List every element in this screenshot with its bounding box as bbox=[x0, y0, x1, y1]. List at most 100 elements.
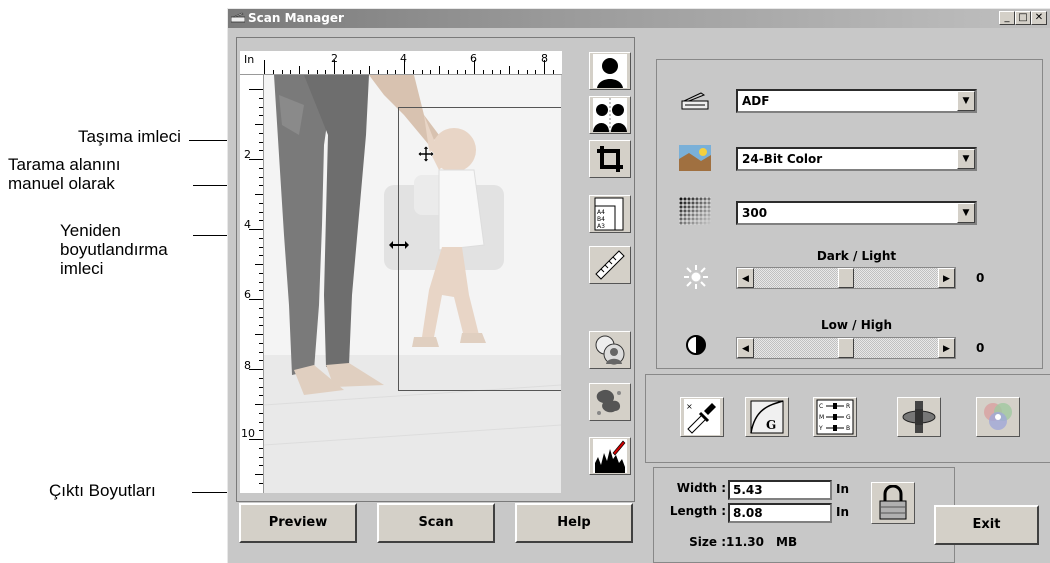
window-controls: _ □ ✕ bbox=[999, 11, 1047, 25]
brightness-slider-thumb[interactable] bbox=[838, 268, 854, 288]
histogram-button[interactable] bbox=[589, 437, 631, 475]
scan-source-value: ADF bbox=[742, 94, 770, 108]
gamma-curve-icon: G bbox=[750, 400, 784, 434]
auto-enhance-button[interactable] bbox=[589, 331, 631, 369]
portrait-tool-button[interactable] bbox=[589, 52, 631, 90]
ruler-tick bbox=[456, 70, 458, 74]
chevron-down-icon[interactable]: ▼ bbox=[957, 203, 975, 223]
ruler-left: 2 4 6 8 10 bbox=[240, 75, 264, 493]
ruler-tick bbox=[412, 70, 414, 74]
ruler-unit-label: In bbox=[244, 53, 255, 66]
ruler-top: In 2 4 6 8 bbox=[240, 51, 562, 75]
contrast-slider[interactable]: ◀ ▶ bbox=[736, 337, 956, 359]
ruler-tick bbox=[259, 342, 263, 344]
ruler-tick bbox=[255, 334, 263, 335]
scan-source-select[interactable]: ADF ▼ bbox=[736, 89, 977, 113]
length-unit: In bbox=[836, 505, 850, 519]
paper-size-label: A4 bbox=[597, 209, 605, 216]
length-input[interactable]: 8.08 bbox=[728, 503, 832, 523]
ruler-tick bbox=[259, 185, 263, 187]
ruler-tick bbox=[395, 70, 397, 74]
ruler-tick bbox=[249, 229, 263, 230]
preview-image[interactable] bbox=[264, 75, 561, 493]
crop-tool-button[interactable] bbox=[589, 140, 631, 178]
ruler-tick bbox=[249, 89, 263, 90]
slider-right-arrow-icon[interactable]: ▶ bbox=[938, 338, 955, 358]
paper-size-label: B4 bbox=[597, 216, 605, 223]
ruler-tick bbox=[259, 132, 263, 134]
slider-left-arrow-icon[interactable]: ◀ bbox=[737, 338, 754, 358]
scan-manager-window: Scan Manager _ □ ✕ In 2 4 6 8 2 4 6 8 10 bbox=[227, 8, 1050, 563]
close-button[interactable]: ✕ bbox=[1031, 11, 1047, 25]
move-cursor-icon bbox=[417, 145, 435, 163]
contrast-value: 0 bbox=[976, 341, 985, 355]
ruler-tick bbox=[259, 325, 263, 327]
slider-left-arrow-icon[interactable]: ◀ bbox=[737, 268, 754, 288]
lock-aspect-button[interactable] bbox=[871, 482, 915, 524]
ruler-tick bbox=[259, 220, 263, 222]
descreen-button[interactable] bbox=[589, 383, 631, 421]
ruler-tick bbox=[316, 70, 318, 74]
ruler-icon bbox=[595, 250, 625, 280]
ruler-tick bbox=[325, 70, 327, 74]
ruler-tick bbox=[307, 70, 309, 74]
color-dropper-button[interactable]: × bbox=[680, 397, 724, 437]
callout-resize-3: imleci bbox=[60, 259, 104, 278]
scan-source-icon bbox=[681, 92, 709, 110]
ruler-tick bbox=[369, 66, 370, 74]
color-mode-select[interactable]: 24-Bit Color ▼ bbox=[736, 147, 977, 171]
minimize-button[interactable]: _ bbox=[999, 11, 1015, 25]
chevron-down-icon[interactable]: ▼ bbox=[957, 91, 975, 111]
gamma-curve-button[interactable]: G bbox=[745, 397, 789, 437]
brightness-slider[interactable]: ◀ ▶ bbox=[736, 267, 956, 289]
ruler-tool-button[interactable] bbox=[589, 246, 631, 284]
size-value: 11.30 bbox=[726, 535, 764, 549]
mirror-tool-button[interactable] bbox=[589, 96, 631, 134]
paper-size-button[interactable]: A4 B4 A3 bbox=[589, 195, 631, 233]
lock-icon bbox=[879, 485, 907, 520]
ruler-tick bbox=[552, 70, 554, 74]
slider-right-arrow-icon[interactable]: ▶ bbox=[938, 268, 955, 288]
filter-icon bbox=[902, 401, 936, 433]
scan-button[interactable]: Scan bbox=[377, 503, 495, 543]
title-bar[interactable]: Scan Manager _ □ ✕ bbox=[228, 9, 1050, 28]
contrast-slider-thumb[interactable] bbox=[838, 338, 854, 358]
callout-manual-area-2: manuel olarak bbox=[8, 174, 115, 193]
svg-text:Y: Y bbox=[818, 425, 823, 432]
ruler-tick bbox=[259, 430, 263, 432]
color-matching-button[interactable] bbox=[976, 397, 1020, 437]
chevron-down-icon[interactable]: ▼ bbox=[957, 149, 975, 169]
callout-output-size: Çıktı Boyutları bbox=[49, 481, 156, 500]
contrast-icon bbox=[686, 335, 706, 355]
svg-text:G: G bbox=[766, 418, 776, 432]
maximize-button[interactable]: □ bbox=[1015, 11, 1031, 25]
help-button[interactable]: Help bbox=[515, 503, 633, 543]
ruler-tick bbox=[259, 106, 263, 108]
color-balance-button[interactable]: C R M G Y B bbox=[813, 397, 857, 437]
filter-button[interactable] bbox=[897, 397, 941, 437]
ruler-tick bbox=[491, 70, 493, 74]
ruler-tick bbox=[259, 246, 263, 248]
ruler-tick bbox=[259, 316, 263, 318]
resolution-icon bbox=[679, 197, 711, 225]
ruler-tick bbox=[360, 70, 362, 74]
portrait-tool-icon bbox=[593, 54, 627, 88]
ruler-tick bbox=[290, 70, 292, 74]
ruler-tick bbox=[259, 176, 263, 178]
paper-size-icon: A4 B4 A3 bbox=[594, 197, 624, 231]
ruler-tick bbox=[255, 404, 263, 405]
ruler-tick bbox=[249, 299, 263, 300]
ruler-tick bbox=[259, 97, 263, 99]
exit-button[interactable]: Exit bbox=[934, 505, 1039, 545]
preview-button[interactable]: Preview bbox=[239, 503, 357, 543]
ruler-tick bbox=[526, 70, 528, 74]
brightness-icon bbox=[684, 265, 708, 289]
width-input[interactable]: 5.43 bbox=[728, 480, 832, 500]
color-balance-icon: C R M G Y B bbox=[816, 399, 854, 435]
callout-move-cursor: Taşıma imleci bbox=[78, 127, 181, 146]
ruler-tick bbox=[351, 70, 353, 74]
descreen-icon bbox=[596, 389, 621, 415]
ruler-tick bbox=[255, 194, 263, 195]
histogram-icon bbox=[593, 439, 627, 473]
resolution-select[interactable]: 300 ▼ bbox=[736, 201, 977, 225]
